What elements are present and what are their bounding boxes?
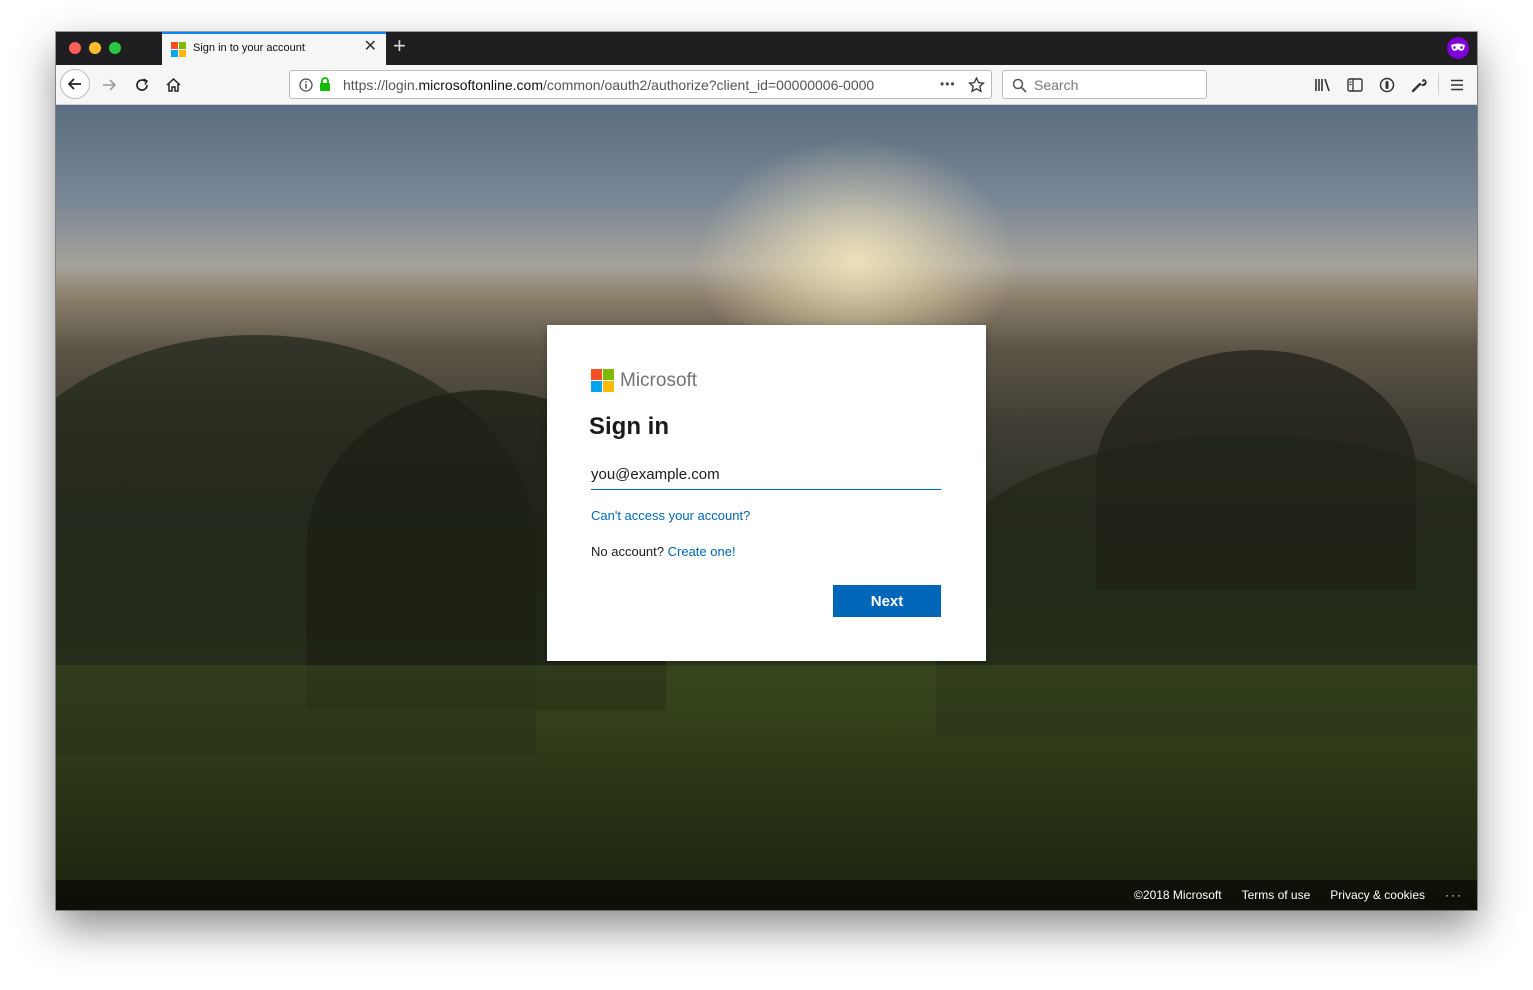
tab-title: Sign in to your account xyxy=(193,42,305,54)
tab-bar: Sign in to your account ✕ + xyxy=(56,32,1477,65)
search-icon xyxy=(1012,78,1027,93)
new-tab-button[interactable]: + xyxy=(393,35,406,57)
url-prefix: https://login. xyxy=(343,77,419,93)
no-account-label: No account? xyxy=(591,544,664,559)
sign-in-card: Microsoft Sign in Can't access your acco… xyxy=(547,325,986,661)
forward-button[interactable] xyxy=(98,75,120,95)
page-footer: ©2018 Microsoft Terms of use Privacy & c… xyxy=(56,880,1477,910)
next-button[interactable]: Next xyxy=(833,585,941,617)
bookmark-star-icon[interactable] xyxy=(968,77,985,93)
info-icon[interactable] xyxy=(299,78,313,92)
home-button[interactable] xyxy=(162,75,184,95)
library-icon xyxy=(1315,78,1330,92)
password-manager-button[interactable] xyxy=(1376,75,1398,95)
privacy-cookies-link[interactable]: Privacy & cookies xyxy=(1330,888,1425,902)
grass-foreground xyxy=(56,665,1477,910)
toolbar-divider xyxy=(1438,73,1439,95)
wrench-icon xyxy=(1411,78,1427,93)
navigation-bar: https://login.microsoftonline.com/common… xyxy=(56,65,1477,105)
cant-access-account-link[interactable]: Can't access your account? xyxy=(591,508,750,523)
sidebar-button[interactable] xyxy=(1344,75,1366,95)
sidebar-icon xyxy=(1347,78,1363,92)
microsoft-logo-icon xyxy=(591,369,614,392)
forward-arrow-icon xyxy=(103,79,117,91)
password-manager-icon xyxy=(1379,77,1395,93)
library-button[interactable] xyxy=(1312,75,1334,95)
reload-button[interactable] xyxy=(131,75,153,95)
page-title: Sign in xyxy=(589,413,669,440)
minimize-window-button[interactable] xyxy=(89,42,101,54)
microsoft-favicon-icon xyxy=(171,42,186,57)
tab-close-icon[interactable]: ✕ xyxy=(364,39,377,55)
search-placeholder: Search xyxy=(1034,77,1079,93)
open-menu-button[interactable] xyxy=(1447,75,1467,95)
home-icon xyxy=(165,77,181,92)
more-options-icon[interactable]: ··· xyxy=(1445,888,1463,902)
browser-window: Sign in to your account ✕ + https://logi… xyxy=(56,32,1477,910)
close-window-button[interactable] xyxy=(69,42,81,54)
brand-name: Microsoft xyxy=(620,370,698,391)
back-arrow-icon xyxy=(67,78,81,90)
address-bar[interactable]: https://login.microsoftonline.com/common… xyxy=(289,70,992,99)
back-button[interactable] xyxy=(60,69,90,99)
tab-sign-in[interactable]: Sign in to your account ✕ xyxy=(162,32,386,65)
email-field[interactable] xyxy=(591,459,941,490)
url-path: /common/oauth2/authorize?client_id=00000… xyxy=(543,77,875,93)
lock-icon[interactable] xyxy=(319,77,331,92)
hamburger-menu-icon xyxy=(1451,79,1463,91)
no-account-text: No account? Create one! xyxy=(591,544,736,559)
url-domain: microsoftonline.com xyxy=(418,77,544,93)
search-box[interactable]: Search xyxy=(1002,70,1207,99)
page-viewport: Microsoft Sign in Can't access your acco… xyxy=(56,105,1477,910)
private-browsing-icon xyxy=(1447,37,1469,59)
page-actions-menu-icon[interactable]: ••• xyxy=(940,77,956,91)
reload-icon xyxy=(136,78,149,91)
copyright-text: ©2018 Microsoft xyxy=(1134,888,1222,902)
url-text[interactable]: https://login.microsoftonline.com/common… xyxy=(343,77,906,93)
zoom-window-button[interactable] xyxy=(109,42,121,54)
create-account-link[interactable]: Create one! xyxy=(668,544,736,559)
terms-of-use-link[interactable]: Terms of use xyxy=(1242,888,1311,902)
developer-tools-button[interactable] xyxy=(1408,75,1430,95)
